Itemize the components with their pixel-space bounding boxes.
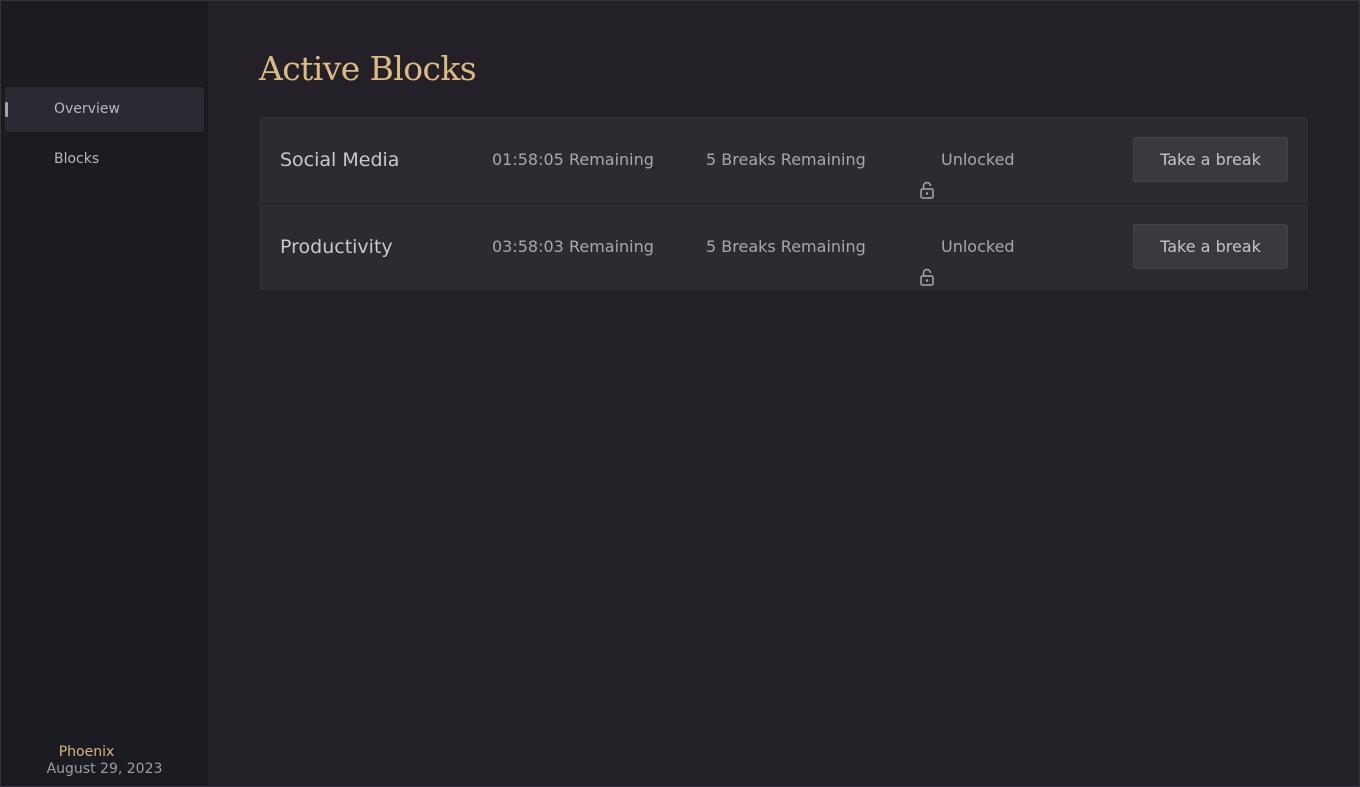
time-remaining: 01:58:05 Remaining (492, 150, 654, 169)
active-indicator (5, 102, 8, 117)
status-label: Unlocked (941, 237, 1015, 256)
page-title: Active Blocks (259, 49, 477, 88)
time-remaining: 03:58:03 Remaining (492, 237, 654, 256)
sidebar-item-label: Blocks (54, 151, 100, 167)
unlocked-padlock-icon (919, 151, 935, 199)
take-a-break-button[interactable]: Take a break (1133, 137, 1288, 182)
current-date: August 29, 2023 (46, 761, 163, 777)
breaks-remaining: 5 Breaks Remaining (706, 150, 866, 169)
lock-status: Unlocked (919, 204, 1015, 290)
block-name: Productivity (280, 236, 393, 258)
lock-status: Unlocked (919, 117, 1015, 203)
sidebar-footer: Phoenix August 29, 2023 (1, 744, 208, 778)
active-blocks-list: Social Media 01:58:05 Remaining 5 Breaks… (259, 117, 1308, 290)
sidebar-item-overview[interactable]: Overview (5, 87, 204, 132)
unlocked-padlock-icon (919, 238, 935, 286)
block-name: Social Media (280, 149, 400, 171)
status-label: Unlocked (941, 150, 1015, 169)
main-content: Active Blocks Social Media 01:58:05 Rema… (208, 1, 1359, 786)
user-name: Phoenix (58, 744, 115, 760)
sidebar: Overview Blocks Phoenix August 29, 2023 (1, 1, 208, 786)
block-row: Social Media 01:58:05 Remaining 5 Breaks… (259, 117, 1308, 203)
breaks-remaining: 5 Breaks Remaining (706, 237, 866, 256)
app-window: Overview Blocks Phoenix August 29, 2023 … (0, 0, 1360, 787)
sidebar-item-blocks[interactable]: Blocks (5, 137, 204, 182)
block-row: Productivity 03:58:03 Remaining 5 Breaks… (259, 203, 1308, 289)
take-a-break-button[interactable]: Take a break (1133, 224, 1288, 269)
sidebar-item-label: Overview (54, 101, 120, 117)
